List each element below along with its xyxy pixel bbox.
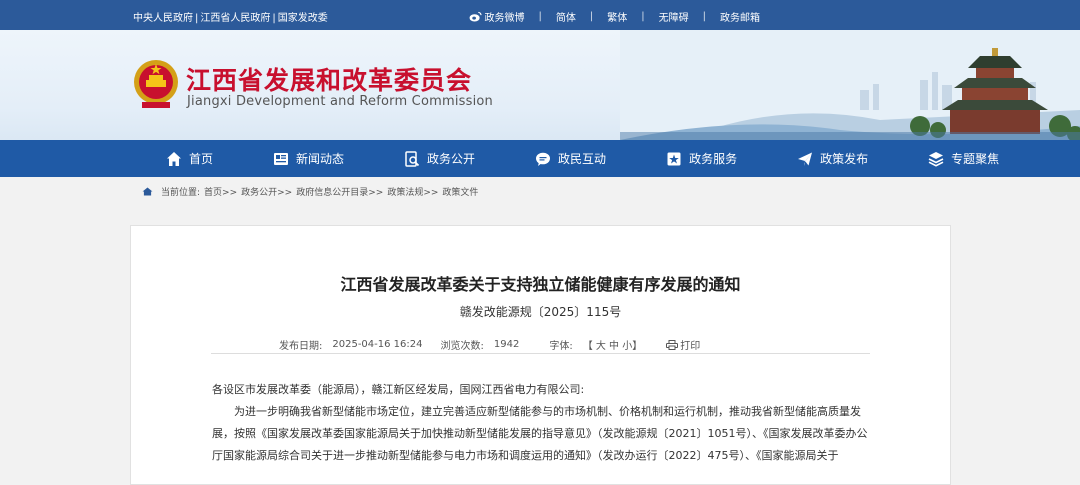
salutation: 各设区市发展改革委（能源局），赣江新区经发局，国网江西省电力有限公司:	[212, 383, 585, 396]
link-ndrc[interactable]: 国家发改委	[277, 13, 329, 24]
views-count: 1942	[493, 339, 520, 350]
print-button[interactable]: 打印	[666, 337, 700, 352]
printer-icon	[666, 339, 679, 350]
divider	[211, 353, 870, 354]
breadcrumb-home[interactable]: 首页>>	[204, 185, 237, 198]
home-icon	[167, 151, 181, 166]
document-search-icon	[405, 150, 420, 167]
home-icon	[142, 186, 153, 196]
main-nav: 首页 新闻动态 政务公开 政民互动 政务服务 政策发布 专题聚焦	[0, 140, 1080, 177]
publish-date: 2025-04-16 16:24	[332, 339, 423, 350]
nav-gov-affairs[interactable]: 政务公开	[404, 150, 475, 167]
layers-icon	[928, 151, 944, 167]
news-icon	[274, 152, 289, 165]
article-body: 各设区市发展改革委（能源局），赣江新区经发局，国网江西省电力有限公司: 为进一步…	[212, 379, 870, 467]
nav-interaction[interactable]: 政民互动	[535, 150, 606, 167]
breadcrumb-regulations[interactable]: 政策法规>>	[387, 185, 438, 198]
site-header: 江西省发展和改革委员会 Jiangxi Development and Refo…	[0, 30, 1080, 140]
article-title: 江西省发展改革委关于支持独立储能健康有序发展的通知	[340, 275, 741, 294]
nav-services[interactable]: 政务服务	[666, 150, 737, 167]
link-jiangxi-gov[interactable]: 江西省人民政府	[199, 13, 271, 24]
top-links: 中央人民政府 | 江西省人民政府 | 国家发改委	[132, 13, 329, 24]
top-tools: 政务微博 | 简体 | 繁体 | 无障碍 | 政务邮箱	[469, 9, 760, 24]
nav-news[interactable]: 新闻动态	[273, 150, 344, 167]
top-bar: 中央人民政府 | 江西省人民政府 | 国家发改委 政务微博 | 简体 | 繁体 | 无障…	[0, 0, 1080, 30]
chat-icon	[536, 152, 551, 166]
mailbox-link[interactable]: 政务邮箱	[720, 9, 760, 24]
breadcrumb-info-catalog[interactable]: 政府信息公开目录>>	[296, 185, 383, 198]
breadcrumb-gov-affairs[interactable]: 政务公开>>	[241, 185, 292, 198]
article-meta: 发布日期: 2025-04-16 16:24 浏览次数: 1942 字体: 【 …	[279, 337, 700, 352]
site-title-en: Jiangxi Development and Reform Commissio…	[187, 94, 493, 109]
breadcrumb-policy-docs[interactable]: 政策文件	[442, 185, 478, 198]
simplified-link[interactable]: 简体	[556, 9, 576, 24]
weibo-link[interactable]: 政务微博	[469, 9, 525, 24]
document-number: 赣发改能源规〔2025〕115号	[459, 305, 622, 319]
views-label: 浏览次数:	[440, 341, 484, 352]
body-paragraph: 为进一步明确我省新型储能市场定位，建立完善适应新型储能参与的市场机制、价格机制和…	[212, 405, 868, 462]
nav-policy[interactable]: 政策发布	[797, 150, 868, 167]
site-title[interactable]: 江西省发展和改革委员会	[186, 61, 472, 97]
link-central-gov[interactable]: 中央人民政府	[132, 13, 194, 24]
breadcrumb: 当前位置: 首页>> 政务公开>> 政府信息公开目录>> 政策法规>> 政策文件	[0, 177, 1080, 205]
breadcrumb-prefix: 当前位置:	[161, 187, 201, 198]
national-emblem-icon[interactable]	[132, 58, 180, 110]
weibo-icon	[469, 11, 482, 22]
tengwang-pavilion-banner	[620, 30, 1080, 140]
service-icon	[667, 152, 681, 165]
publish-label: 发布日期:	[279, 341, 323, 352]
font-size-label: 字体:	[549, 341, 573, 352]
font-size-options[interactable]: 【 大 中 小】	[583, 337, 643, 352]
send-icon	[798, 152, 813, 166]
article-panel: 江西省发展改革委关于支持独立储能健康有序发展的通知 赣发改能源规〔2025〕11…	[130, 225, 951, 485]
accessibility-link[interactable]: 无障碍	[659, 9, 689, 24]
traditional-link[interactable]: 繁体	[607, 9, 627, 24]
nav-home[interactable]: 首页	[166, 150, 213, 167]
nav-topics[interactable]: 专题聚焦	[928, 150, 999, 167]
